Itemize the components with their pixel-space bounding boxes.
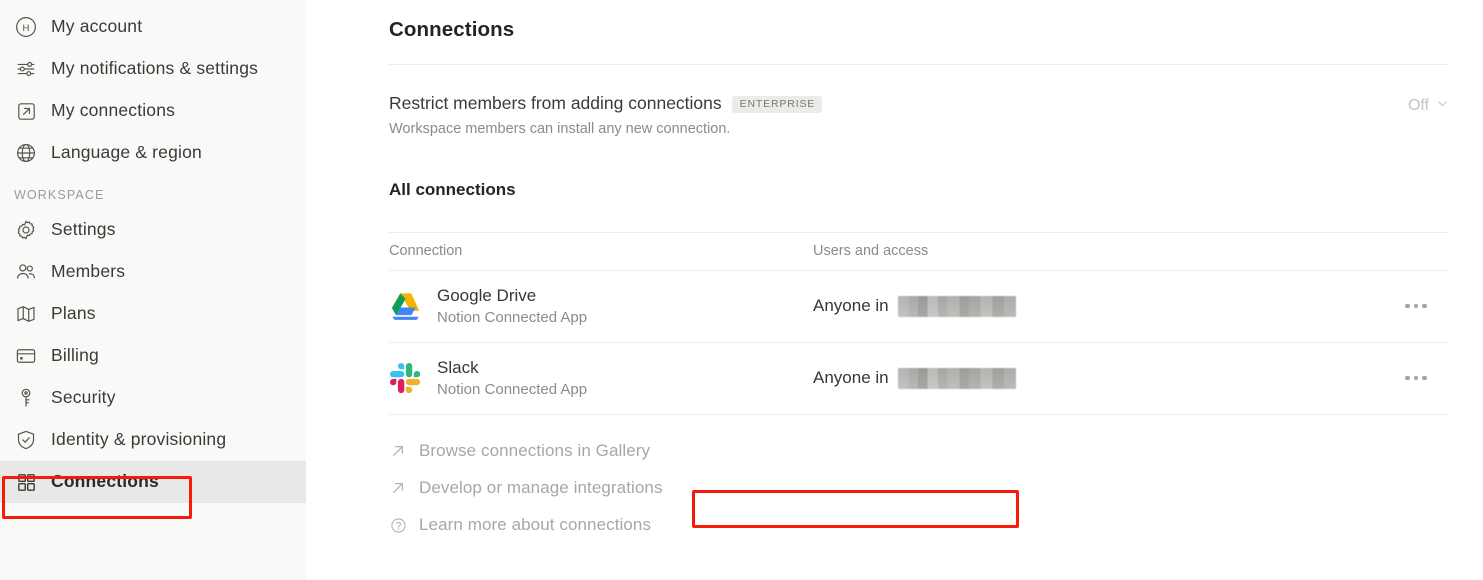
restrict-setting-text: Restrict members from adding connections… [389, 93, 1408, 139]
sidebar-item-label: My connections [51, 100, 176, 121]
all-connections-heading: All connections [389, 179, 516, 199]
credit-card-icon [14, 344, 38, 368]
sliders-icon [14, 57, 38, 81]
connection-name: Google Drive [437, 285, 537, 305]
restrict-members-setting: Restrict members from adding connections… [389, 93, 1449, 139]
sidebar-item-members[interactable]: Members [0, 251, 306, 293]
sidebar-item-label: My notifications & settings [51, 58, 259, 79]
chevron-down-icon [1436, 97, 1449, 115]
table-row[interactable]: Google Drive Notion Connected App Anyone… [389, 271, 1449, 343]
slack-logo [389, 362, 421, 394]
sidebar-item-label: Language & region [51, 142, 202, 163]
settings-page: H My account My notifications & settings [0, 0, 1483, 580]
sidebar-item-label: Plans [51, 303, 96, 324]
sidebar-item-connections[interactable]: Connections [0, 461, 306, 503]
sidebar-item-security[interactable]: Security [0, 377, 306, 419]
sidebar-item-label: Members [51, 261, 126, 282]
globe-icon [14, 141, 38, 165]
link-learn-more-about-connections[interactable]: Learn more about connections [389, 507, 1449, 544]
link-browse-connections-in-gallery[interactable]: Browse connections in Gallery [389, 433, 1449, 470]
sidebar-item-billing[interactable]: Billing [0, 335, 306, 377]
users-access-prefix: Anyone in [813, 368, 889, 388]
connections-panel: Connections Restrict members from adding… [306, 0, 1483, 580]
grid-squares-icon [14, 470, 38, 494]
connection-cell: Slack Notion Connected App [389, 358, 813, 399]
page-title: Connections [389, 18, 515, 41]
link-label: Learn more about connections [419, 515, 652, 535]
table-header-row: Connection Users and access [389, 231, 1449, 271]
sidebar-item-language-region[interactable]: Language & region [0, 132, 306, 174]
redacted-workspace-name [897, 367, 1016, 389]
shield-check-icon [14, 428, 38, 452]
link-label: Develop or manage integrations [419, 478, 663, 498]
column-header-users-and-access: Users and access [813, 243, 929, 260]
users-access-prefix: Anyone in [813, 296, 889, 316]
arrow-out-box-icon [14, 99, 38, 123]
enterprise-badge: ENTERPRISE [731, 96, 823, 113]
sidebar-section-workspace: WORKSPACE [14, 188, 105, 202]
link-label: Browse connections in Gallery [419, 441, 651, 461]
connection-name-block: Slack Notion Connected App [437, 358, 587, 399]
sidebar-item-label: Identity & provisioning [51, 429, 227, 450]
question-circle-icon [389, 516, 407, 534]
arrow-up-right-icon [389, 479, 407, 497]
sidebar-item-my-account[interactable]: H My account [0, 6, 306, 48]
map-icon [14, 302, 38, 326]
sidebar-item-label: Connections [51, 471, 159, 492]
title-divider [389, 64, 1449, 65]
connection-cell: Google Drive Notion Connected App [389, 286, 813, 327]
table-row[interactable]: Slack Notion Connected App Anyone in [389, 343, 1449, 415]
row-actions[interactable] [1383, 375, 1449, 381]
avatar-initial-icon: H [14, 15, 38, 39]
connection-subtitle: Notion Connected App [437, 309, 588, 327]
redacted-workspace-name [897, 295, 1016, 317]
connection-subtitle: Notion Connected App [437, 381, 588, 399]
restrict-toggle-dropdown[interactable]: Off [1408, 94, 1449, 115]
gear-icon [14, 218, 38, 242]
connections-table: Connection Users and access Google Drive… [389, 231, 1449, 415]
more-options-icon[interactable] [1405, 375, 1427, 381]
restrict-setting-title: Restrict members from adding connections [389, 93, 722, 113]
sidebar-item-settings[interactable]: Settings [0, 209, 306, 251]
google-drive-logo [389, 290, 421, 322]
restrict-title-line: Restrict members from adding connections… [389, 93, 1408, 113]
connection-name: Slack [437, 357, 479, 377]
more-options-icon[interactable] [1405, 303, 1427, 309]
sidebar-item-label: Settings [51, 219, 116, 240]
column-header-connection: Connection [389, 243, 463, 260]
users-and-access-cell: Anyone in [813, 367, 1383, 389]
sidebar-item-label: My account [51, 16, 143, 37]
settings-sidebar: H My account My notifications & settings [0, 0, 306, 580]
sidebar-item-my-notifications-settings[interactable]: My notifications & settings [0, 48, 306, 90]
connection-name-block: Google Drive Notion Connected App [437, 286, 587, 327]
arrow-up-right-icon [389, 442, 407, 460]
sidebar-item-my-connections[interactable]: My connections [0, 90, 306, 132]
users-and-access-cell: Anyone in [813, 295, 1383, 317]
people-icon [14, 260, 38, 284]
sidebar-item-identity-provisioning[interactable]: Identity & provisioning [0, 419, 306, 461]
connection-links: Browse connections in Gallery Develop or… [389, 433, 1483, 544]
restrict-toggle-value: Off [1407, 97, 1429, 114]
link-develop-or-manage-integrations[interactable]: Develop or manage integrations [389, 470, 1449, 507]
svg-text:H: H [23, 23, 30, 34]
row-actions[interactable] [1383, 303, 1449, 309]
sidebar-item-label: Billing [51, 345, 99, 366]
key-icon [14, 386, 38, 410]
sidebar-item-plans[interactable]: Plans [0, 293, 306, 335]
sidebar-item-label: Security [51, 387, 116, 408]
restrict-setting-description: Workspace members can install any new co… [389, 121, 731, 138]
